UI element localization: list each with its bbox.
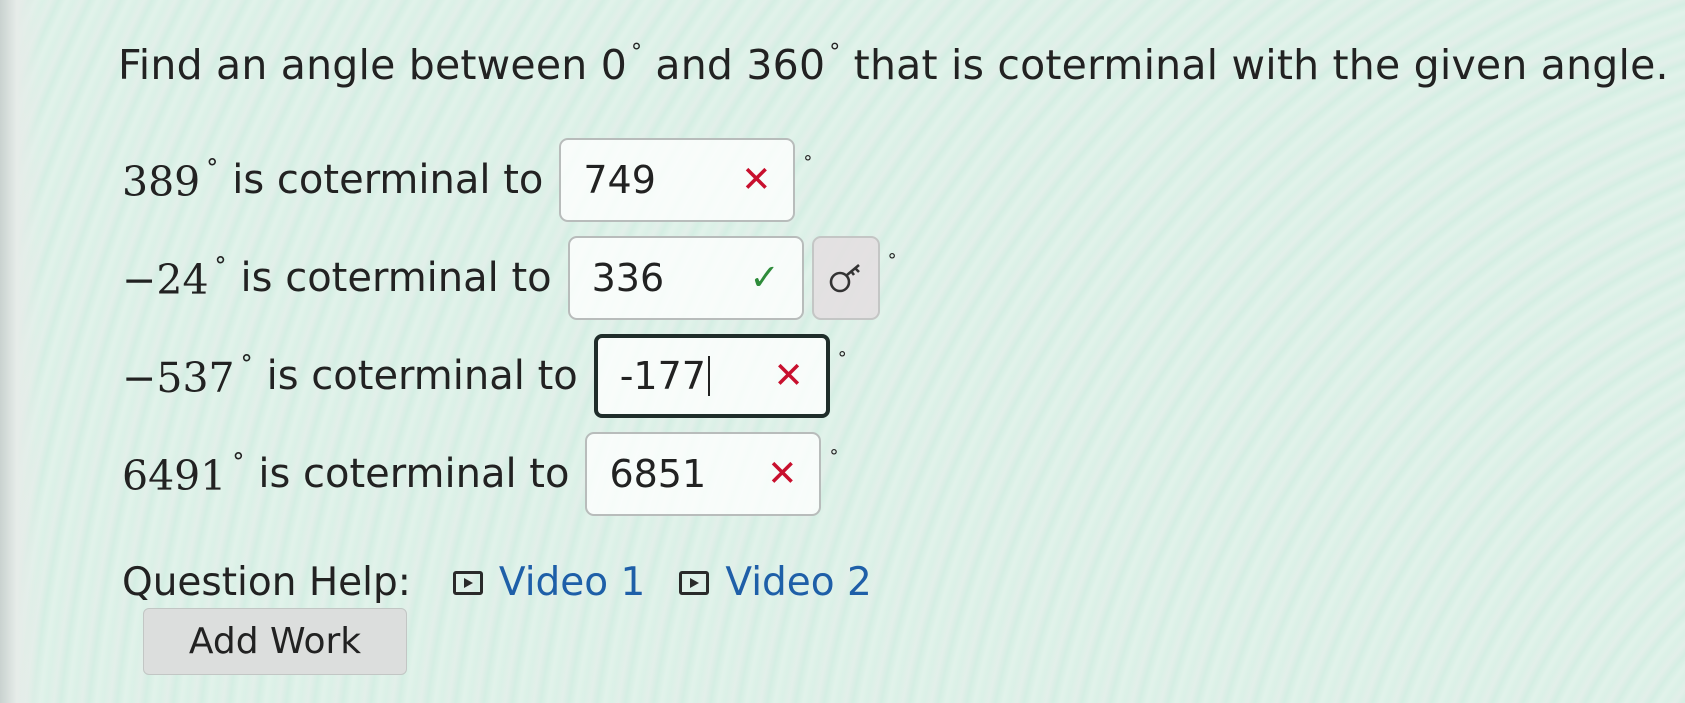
row-label: is coterminal to xyxy=(258,451,570,497)
answer-input-3[interactable]: -177 ✕ xyxy=(593,334,830,418)
x-mark-icon: ✕ xyxy=(773,355,804,397)
answer-row-1: 389 ° is coterminal to 749 ✕ ° xyxy=(122,134,812,226)
given-angle: −537 ° xyxy=(122,350,253,402)
video-2-label: Video 2 xyxy=(725,560,872,605)
given-angle: 6491 ° xyxy=(122,448,245,500)
row-label: is coterminal to xyxy=(266,353,578,399)
degree-unit: ° xyxy=(837,348,847,369)
degree-unit: ° xyxy=(887,250,897,271)
row-label: is coterminal to xyxy=(240,255,552,301)
play-icon xyxy=(452,570,483,595)
answer-input-4[interactable]: 6851 ✕ xyxy=(585,432,822,516)
answer-value: 6851 xyxy=(609,452,707,496)
answer-value: -177 xyxy=(619,354,706,398)
video-1-link[interactable]: Video 1 xyxy=(452,560,646,605)
row-label: is coterminal to xyxy=(232,157,544,203)
video-2-link[interactable]: Video 2 xyxy=(679,560,872,605)
video-1-label: Video 1 xyxy=(498,560,646,605)
answer-value: 336 xyxy=(591,256,665,300)
answer-input-2[interactable]: 336 ✓ xyxy=(567,236,804,320)
given-angle: −24 ° xyxy=(122,252,227,304)
text-caret xyxy=(707,356,710,396)
question-text: Find an angle between 0 ° and 360 ° that i… xyxy=(118,40,1669,89)
answer-value: 749 xyxy=(583,158,656,202)
given-angle: 389 ° xyxy=(122,154,219,206)
key-hint-button[interactable] xyxy=(811,236,880,320)
key-icon xyxy=(829,264,860,293)
question-help-label: Question Help: xyxy=(122,560,411,605)
answer-row-3: −537 ° is coterminal to -177 ✕ ° xyxy=(122,330,847,422)
play-icon xyxy=(679,570,710,595)
x-mark-icon: ✕ xyxy=(741,159,772,201)
answer-input-1[interactable]: 749 ✕ xyxy=(559,138,796,222)
question-page: Find an angle between 0 ° and 360 ° that i… xyxy=(0,0,1685,703)
checkmark-icon: ✓ xyxy=(749,257,780,299)
answer-row-2: −24 ° is coterminal to 336 ✓ ° xyxy=(122,232,897,324)
answer-row-4: 6491 ° is coterminal to 6851 ✕ ° xyxy=(122,428,838,520)
degree-unit: ° xyxy=(829,446,839,467)
add-work-button[interactable]: Add Work xyxy=(143,608,407,675)
x-mark-icon: ✕ xyxy=(767,453,798,495)
question-help: Question Help: Video 1 Video 2 xyxy=(122,560,906,605)
degree-unit: ° xyxy=(803,152,813,173)
